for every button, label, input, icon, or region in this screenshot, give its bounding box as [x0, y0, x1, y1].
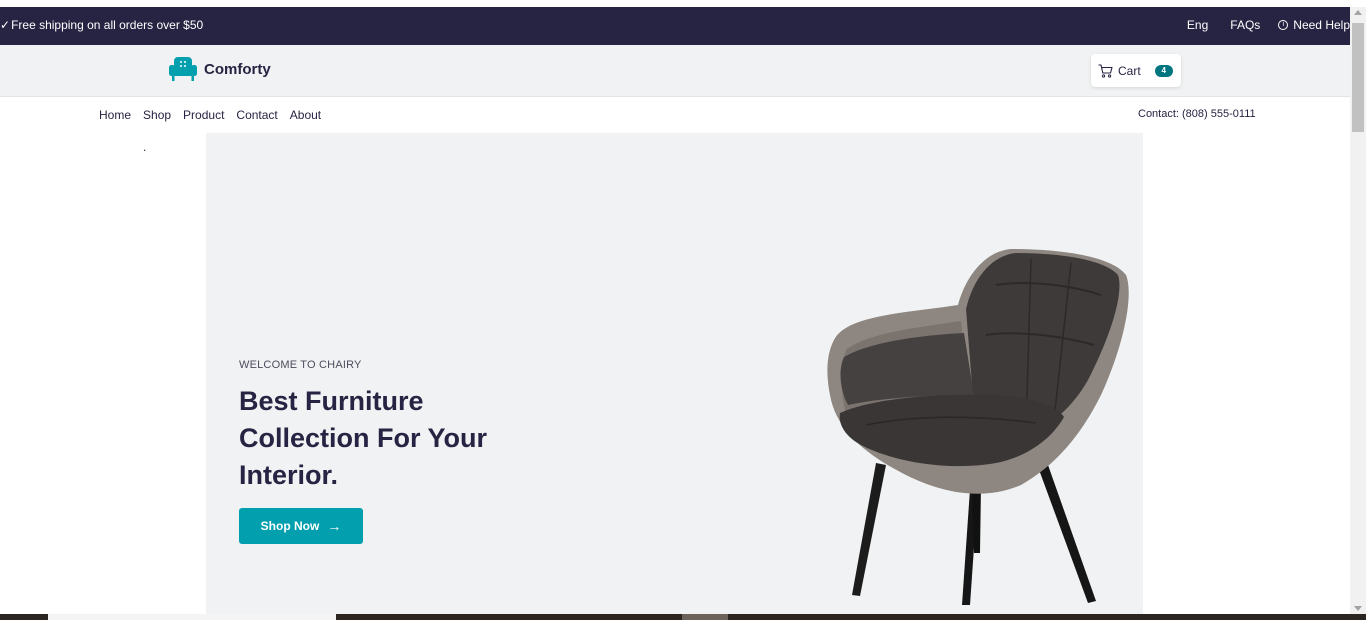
taskbar-segment-light — [48, 614, 336, 620]
shop-now-button[interactable]: Shop Now → — [239, 508, 363, 544]
scroll-up-icon[interactable] — [1354, 10, 1362, 15]
cart-label: Cart — [1118, 63, 1141, 78]
taskbar-segment-mid — [682, 614, 728, 620]
nav-shop[interactable]: Shop — [143, 108, 171, 122]
need-help-link[interactable]: i Need Help — [1278, 18, 1350, 32]
faqs-link[interactable]: FAQs — [1230, 18, 1260, 32]
nav-about[interactable]: About — [290, 108, 321, 122]
brand-logo[interactable]: Comforty — [168, 55, 271, 83]
main-nav: Home Shop Product Contact About Contact:… — [0, 97, 1350, 133]
cart-button[interactable]: Cart 4 — [1091, 54, 1181, 87]
nav-contact[interactable]: Contact — [236, 108, 277, 122]
arrow-right-icon: → — [327, 518, 342, 534]
hero-chair-image — [827, 249, 1129, 605]
language-selector[interactable]: Eng — [1187, 18, 1208, 32]
sofa-logo-icon — [169, 57, 197, 81]
hero-eyebrow: WELCOME TO CHAIRY — [239, 359, 362, 371]
check-icon: ✓ — [0, 18, 11, 32]
announcement-bar: ✓ Free shipping on all orders over $50 E… — [0, 7, 1350, 45]
scroll-down-icon[interactable] — [1354, 606, 1362, 611]
scrollbar-thumb[interactable] — [1352, 23, 1364, 132]
need-help-label: Need Help — [1293, 18, 1350, 32]
page-scrollbar[interactable] — [1350, 7, 1366, 614]
shop-now-label: Shop Now — [260, 519, 320, 533]
window-top-strip — [0, 0, 1366, 7]
contact-phone: Contact: (808) 555-0111 — [1138, 108, 1256, 120]
shipping-text: Free shipping on all orders over $50 — [11, 18, 204, 32]
taskbar-strip — [0, 614, 1366, 620]
site-header: Comforty Cart 4 — [0, 45, 1350, 97]
hero-banner: WELCOME TO CHAIRY Best Furniture Collect… — [206, 133, 1143, 614]
nav-product[interactable]: Product — [183, 108, 224, 122]
stray-dot: . — [143, 140, 147, 154]
hero-title: Best Furniture Collection For Your Inter… — [239, 386, 488, 490]
shipping-notice: ✓ Free shipping on all orders over $50 — [0, 18, 203, 32]
nav-home[interactable]: Home — [99, 108, 131, 122]
brand-name: Comforty — [204, 60, 271, 78]
cart-icon — [1098, 63, 1113, 78]
nav-links: Home Shop Product Contact About — [99, 108, 321, 122]
info-icon: i — [1278, 20, 1289, 30]
topbar-links: Eng FAQs i Need Help — [1165, 18, 1350, 32]
cart-count-badge: 4 — [1154, 64, 1173, 77]
